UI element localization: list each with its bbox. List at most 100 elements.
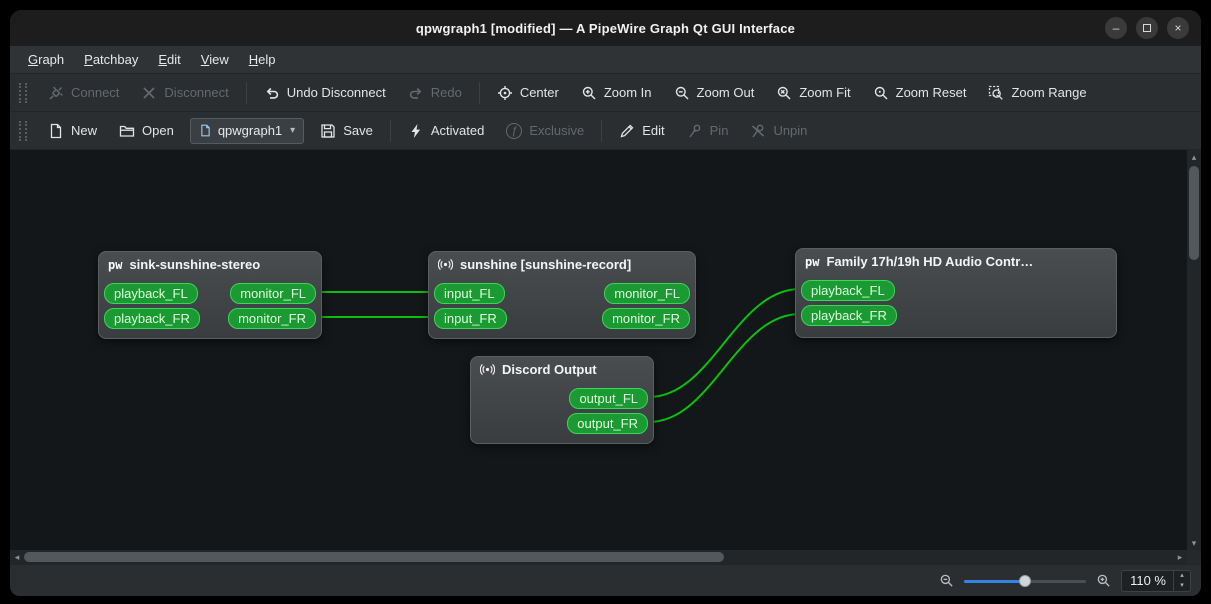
toolbar-grip[interactable] [19,120,27,141]
redo-button[interactable]: Redo [398,78,472,108]
port-output_FR[interactable]: output_FR [567,413,648,434]
menu-graph[interactable]: Graph [18,46,74,73]
zoom-spin-arrows: ▴ ▾ [1173,570,1190,591]
undo-button[interactable]: Undo Disconnect [254,78,396,108]
zoom-out-label: Zoom Out [696,85,755,100]
edit-button[interactable]: Edit [609,116,674,146]
edit-label: Edit [642,123,665,138]
menu-bar: Graph Patchbay Edit View Help [10,46,1201,74]
zoom-out-icon [675,86,689,99]
toolbar-grip[interactable] [19,82,27,103]
open-label: Open [142,123,174,138]
graph-canvas[interactable]: pw sink-sunshine-stereo playback_FL play… [10,150,1187,550]
menu-view[interactable]: View [191,46,239,73]
unpin-button[interactable]: Unpin [740,116,817,146]
disconnect-icon [143,86,156,99]
new-button[interactable]: New [38,116,107,146]
zoom-reset-label: Zoom Reset [895,85,967,100]
node-sink-sunshine-stereo[interactable]: pw sink-sunshine-stereo playback_FL play… [98,251,322,339]
port-playback_FL[interactable]: playback_FL [104,283,198,304]
maximize-button[interactable] [1136,17,1158,39]
menu-edit[interactable]: Edit [148,46,190,73]
port-input_FR[interactable]: input_FR [434,308,507,329]
zoom-fit-button[interactable]: Zoom Fit [766,78,860,108]
node-family-hd-audio[interactable]: pw Family 17h/19h HD Audio Contr… playba… [795,248,1117,338]
vertical-scrollbar-thumb[interactable] [1189,166,1199,260]
save-button[interactable]: Save [310,116,383,146]
connect-button[interactable]: Connect [38,78,129,108]
zoom-reset-button[interactable]: Zoom Reset [863,78,977,108]
unpin-label: Unpin [773,123,808,138]
node-discord-output[interactable]: Discord Output output_FL output_FR [470,356,654,444]
menu-help[interactable]: Help [239,46,286,73]
toolbar-separator [478,81,480,104]
activated-label: Activated [430,123,485,138]
patchbay-select[interactable]: qpwgraph1 ▾ [189,117,305,144]
minimize-button[interactable]: – [1105,17,1127,39]
node-sunshine-record[interactable]: sunshine [sunshine-record] input_FL inpu… [428,251,696,339]
port-playback_FL[interactable]: playback_FL [801,280,895,301]
chevron-down-icon: ▾ [290,125,296,136]
patchbay-file-icon [201,124,210,137]
exclusive-button[interactable]: ƒ Exclusive [496,116,594,146]
window-title: qpwgraph1 [modified] — A PipeWire Graph … [415,20,796,36]
vertical-scrollbar[interactable]: ▴ ▾ [1187,150,1201,550]
zoom-range-button[interactable]: Zoom Range [978,78,1096,108]
horizontal-scrollbar[interactable]: ◂ ▸ [10,550,1187,564]
pin-button[interactable]: Pin [677,116,739,146]
maximize-icon [1143,24,1151,32]
toolbar-separator [601,119,603,142]
close-icon: × [1174,21,1182,35]
port-monitor_FR[interactable]: monitor_FR [228,308,316,329]
edit-pencil-icon [620,124,634,137]
port-playback_FR[interactable]: playback_FR [801,305,897,326]
pin-label: Pin [709,123,729,138]
zoom-range-label: Zoom Range [1011,85,1087,100]
close-button[interactable]: × [1167,17,1189,39]
port-monitor_FR[interactable]: monitor_FR [602,308,690,329]
scroll-down-icon[interactable]: ▾ [1187,536,1201,550]
pipewire-icon: pw [108,257,123,272]
zoom-out-button[interactable]: Zoom Out [664,78,765,108]
pipewire-icon: pw [805,254,820,269]
unpin-icon [752,124,765,137]
scroll-right-icon[interactable]: ▸ [1173,550,1187,564]
zoom-in-icon [582,86,596,99]
port-monitor_FL[interactable]: monitor_FL [230,283,316,304]
horizontal-scrollbar-thumb[interactable] [24,552,724,562]
node-title: Family 17h/19h HD Audio Contr… [826,254,1034,269]
zoom-in-button[interactable]: Zoom In [571,78,662,108]
zoom-slider[interactable] [964,573,1087,589]
disconnect-button[interactable]: Disconnect [131,78,238,108]
zoom-value: 110 % [1130,573,1166,588]
scroll-left-icon[interactable]: ◂ [10,550,24,564]
port-input_FL[interactable]: input_FL [434,283,505,304]
patchbay-toolbar: New Open qpwgraph1 ▾ Save Activated ƒ Ex… [10,112,1201,150]
port-output_FL[interactable]: output_FL [569,388,648,409]
redo-label: Redo [430,85,462,100]
spin-down-icon[interactable]: ▾ [1174,581,1190,591]
zoom-spinbox[interactable]: 110 % ▴ ▾ [1121,569,1191,592]
app-window: qpwgraph1 [modified] — A PipeWire Graph … [10,10,1201,596]
open-button[interactable]: Open [109,116,184,146]
main-area: pw sink-sunshine-stereo playback_FL play… [10,150,1201,564]
zoom-range-icon [989,85,1004,100]
save-label: Save [343,123,373,138]
zoom-fit-label: Zoom Fit [799,85,851,100]
center-label: Center [519,85,559,100]
activated-button[interactable]: Activated [398,116,494,146]
new-label: New [71,123,98,138]
zoom-slider-handle[interactable] [1019,574,1032,587]
menu-patchbay[interactable]: Patchbay [74,46,148,73]
scrollbar-corner [1187,550,1201,564]
scroll-up-icon[interactable]: ▴ [1187,150,1201,164]
spin-up-icon[interactable]: ▴ [1174,571,1190,581]
port-monitor_FL[interactable]: monitor_FL [604,283,690,304]
record-icon [480,364,495,375]
center-button[interactable]: Center [487,78,569,108]
disconnect-label: Disconnect [164,85,229,100]
port-playback_FR[interactable]: playback_FR [104,308,200,329]
title-bar[interactable]: qpwgraph1 [modified] — A PipeWire Graph … [10,10,1201,46]
connect-icon [49,86,63,100]
zoom-out-mini-icon [940,574,953,587]
